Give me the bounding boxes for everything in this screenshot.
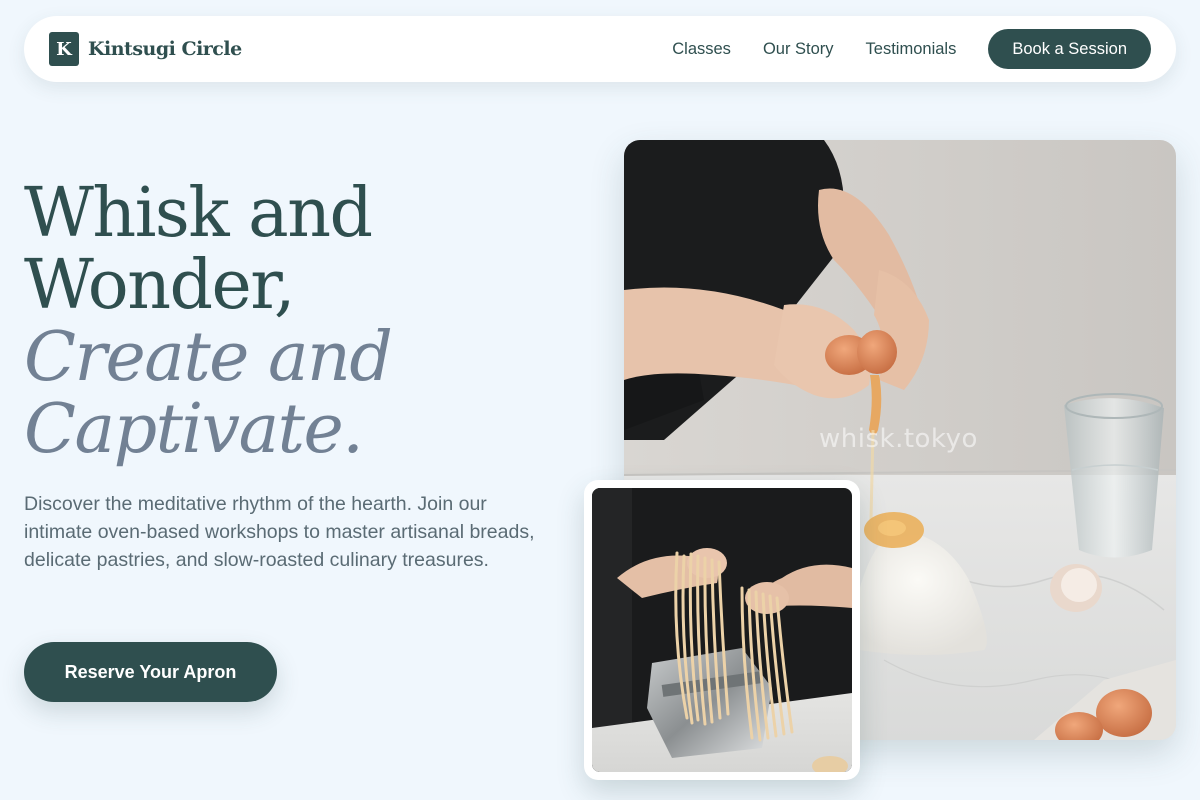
navbar: K Kintsugi Circle Classes Our Story Test…: [24, 16, 1176, 82]
nav-links: Classes Our Story Testimonials Book a Se…: [672, 29, 1151, 69]
hero-title-line-1: Whisk and: [24, 174, 373, 253]
secondary-image-frame: [592, 488, 852, 772]
landing-page: K Kintsugi Circle Classes Our Story Test…: [0, 0, 1200, 800]
book-session-button[interactable]: Book a Session: [988, 29, 1151, 69]
nav-link-our-story[interactable]: Our Story: [763, 40, 834, 59]
hero-title: Whisk and Wonder, Create and Captivate.: [24, 178, 584, 466]
brand[interactable]: K Kintsugi Circle: [49, 32, 242, 66]
hero-title-line-3: Create and: [24, 318, 393, 397]
secondary-image-pasta: [584, 480, 860, 780]
image-watermark: whisk.tokyo: [819, 424, 978, 454]
hero-title-line-2: Wonder,: [24, 246, 295, 325]
hero-description: Discover the meditative rhythm of the he…: [24, 493, 535, 571]
nav-link-classes[interactable]: Classes: [672, 40, 731, 59]
nav-link-testimonials[interactable]: Testimonials: [866, 40, 957, 59]
logo-icon: K: [49, 32, 79, 66]
hero-title-line-4: Captivate.: [24, 390, 364, 469]
brand-name: Kintsugi Circle: [88, 38, 242, 60]
reserve-apron-button[interactable]: Reserve Your Apron: [24, 642, 277, 702]
